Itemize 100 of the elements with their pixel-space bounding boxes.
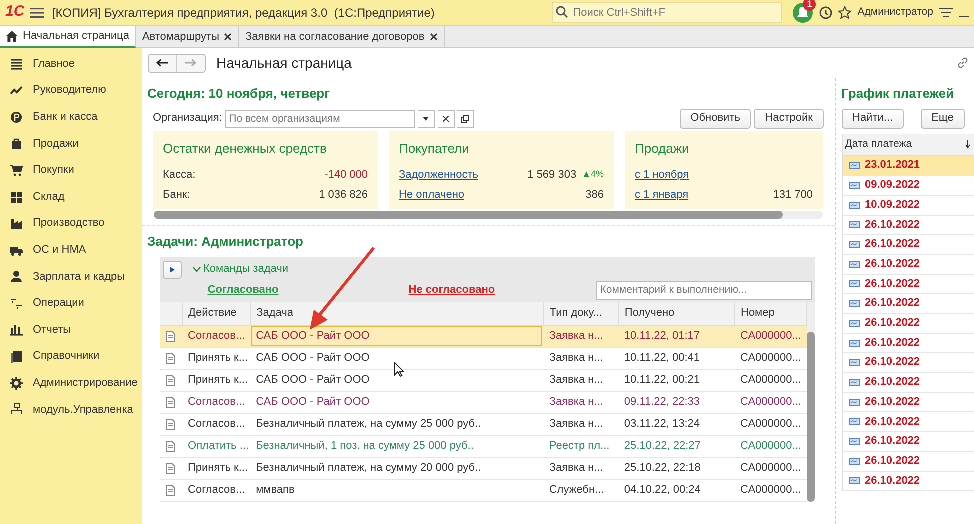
table-cell[interactable]: 26.10.2022 — [865, 315, 920, 332]
search-field[interactable]: Поиск Ctrl+Shift+F — [552, 2, 782, 23]
table-cell[interactable]: Служебн... — [543, 480, 618, 502]
run-button[interactable] — [162, 261, 182, 280]
table-cell[interactable]: САБ ООО - Райт ООО — [250, 391, 544, 414]
navigation-buttons[interactable] — [148, 54, 206, 72]
table-cell[interactable]: 26.10.2022 — [865, 414, 920, 430]
column-header[interactable]: Получено — [618, 302, 734, 326]
table-cell[interactable]: 09.11.22, 22:33 — [618, 391, 734, 414]
clear-icon[interactable] — [442, 116, 449, 122]
chevron-down-icon[interactable] — [192, 266, 201, 272]
column-header[interactable]: Действие — [182, 302, 250, 326]
horizontal-scrollbar[interactable] — [154, 211, 823, 220]
table-cell[interactable]: СА000000... — [734, 325, 807, 348]
table-cell[interactable]: 26.10.2022 — [865, 374, 920, 391]
column-header[interactable]: Тип доку... — [543, 302, 618, 326]
table-cell[interactable]: 10.11.22, 01:17 — [618, 325, 734, 348]
sidebar-item[interactable]: Зарплата и кадры — [33, 268, 126, 286]
table-cell[interactable]: 04.10.22, 00:24 — [618, 480, 734, 502]
table-cell[interactable]: 26.10.2022 — [865, 256, 920, 273]
reject-link[interactable]: Не согласовано — [408, 282, 496, 298]
table-cell[interactable]: Заявка н... — [543, 325, 618, 348]
sidebar-item[interactable]: Операции — [33, 295, 84, 312]
organization-field[interactable]: По всем организациям — [225, 110, 416, 128]
table-cell[interactable]: 25.10.22, 22:18 — [618, 458, 734, 480]
group-toggle[interactable]: Команды задачи — [204, 261, 288, 278]
close-icon[interactable] — [430, 33, 438, 41]
table-cell[interactable]: Заявка н... — [543, 413, 618, 436]
table-cell[interactable]: 26.10.2022 — [865, 433, 920, 450]
table-cell[interactable]: 26.10.2022 — [865, 236, 920, 253]
table-cell[interactable]: Безналичный платеж, на сумму 25 000 руб.. — [250, 413, 544, 436]
table-cell[interactable]: Заявка н... — [543, 391, 618, 414]
table-cell[interactable]: 26.10.2022 — [865, 472, 920, 490]
table-cell[interactable]: 10.09.2022 — [865, 196, 920, 214]
sidebar-item[interactable]: Справочники — [33, 348, 100, 365]
sidebar-item[interactable]: Администрирование — [33, 374, 138, 392]
settings-menu-icon[interactable] — [939, 6, 953, 18]
table-cell[interactable]: 25.10.22, 22:27 — [618, 436, 734, 458]
tab[interactable]: Заявки на согласование договоров — [239, 26, 445, 48]
table-cell[interactable]: 03.11.22, 13:24 — [618, 413, 734, 436]
table-cell[interactable]: Заявка н... — [543, 369, 618, 392]
table-cell[interactable]: Согласов... — [182, 325, 250, 348]
toolbar-button[interactable]: Настройк — [754, 108, 824, 128]
table-cell[interactable]: 26.10.2022 — [865, 354, 920, 371]
open-window-icon[interactable] — [461, 114, 470, 122]
table-cell[interactable]: САБ ООО - Райт ООО — [250, 325, 544, 348]
toolbar-button[interactable]: Еще — [920, 108, 965, 128]
table-cell[interactable]: Безналичный, 1 поз. на сумму 25 000 руб.. — [250, 436, 544, 458]
table-cell[interactable]: 26.10.2022 — [865, 216, 920, 234]
table-cell[interactable]: 10.11.22, 00:41 — [618, 347, 734, 370]
toolbar-button[interactable]: Найти... — [842, 108, 904, 128]
history-icon[interactable] — [818, 6, 833, 20]
table-cell[interactable]: ммвапв — [250, 480, 544, 502]
table-cell[interactable]: Реестр пл... — [543, 436, 618, 458]
toolbar-button[interactable]: Обновить — [680, 108, 752, 128]
comment-field[interactable]: Комментарий к выполнению... — [596, 280, 812, 300]
sidebar-item[interactable]: ОС и НМА — [33, 242, 86, 258]
sort-arrow-icon[interactable] — [965, 140, 972, 149]
table-cell[interactable]: 09.09.2022 — [865, 177, 920, 194]
table-cell[interactable]: Заявка н... — [543, 347, 618, 370]
close-icon[interactable] — [224, 33, 232, 41]
column-header[interactable]: Номер — [734, 302, 807, 326]
sidebar-item[interactable]: Продажи — [33, 136, 79, 152]
widget-link[interactable]: Не оплачено — [399, 186, 465, 203]
table-cell[interactable]: 26.10.2022 — [865, 452, 920, 470]
sidebar-item[interactable]: Производство — [33, 215, 105, 232]
menu-icon[interactable] — [30, 6, 44, 18]
table-cell[interactable]: Принять к... — [182, 458, 250, 480]
sidebar-item[interactable]: модуль.Управленка — [33, 402, 134, 418]
table-cell[interactable]: 10.11.22, 00:21 — [618, 369, 734, 392]
sidebar-item[interactable]: Покупки — [33, 162, 74, 179]
column-header[interactable]: Задача — [250, 302, 544, 326]
table-cell[interactable]: Безналичный платеж, на сумму 20 000 руб.. — [250, 458, 544, 480]
table-cell[interactable]: Заявка н... — [543, 458, 618, 480]
widget-link[interactable]: с 1 ноября — [635, 166, 690, 183]
link-icon[interactable] — [956, 57, 968, 69]
table-cell[interactable]: Принять к... — [182, 347, 250, 370]
table-cell[interactable]: Принять к... — [182, 369, 250, 392]
back-arrow-icon[interactable] — [156, 59, 168, 67]
dropdown-icon[interactable] — [422, 116, 429, 120]
table-cell[interactable]: Согласов... — [182, 480, 250, 502]
table-cell[interactable]: Оплатить ... — [182, 436, 250, 458]
notification-bell-icon[interactable]: 1 — [793, 2, 814, 22]
sidebar-item[interactable]: Главное — [33, 56, 76, 72]
vertical-scrollbar[interactable] — [807, 302, 815, 502]
table-cell[interactable]: 26.10.2022 — [865, 334, 920, 352]
table-cell[interactable]: 26.10.2022 — [865, 276, 920, 292]
widget-link[interactable]: с 1 января — [635, 186, 689, 203]
sidebar-item[interactable]: Руководителю — [33, 82, 106, 99]
sidebar-item[interactable]: Банк и касса — [33, 108, 98, 126]
sidebar-item[interactable]: Отчеты — [33, 322, 72, 338]
tab[interactable]: Начальная страница — [0, 26, 136, 48]
table-cell[interactable]: 26.10.2022 — [865, 295, 920, 312]
star-icon[interactable] — [838, 6, 852, 20]
table-cell[interactable]: Согласов... — [182, 413, 250, 436]
sidebar-item[interactable]: Склад — [33, 188, 65, 206]
table-cell[interactable]: Согласов... — [182, 391, 250, 414]
widget-link[interactable]: Задолженность — [399, 166, 478, 183]
user-name[interactable]: Администратор — [858, 4, 934, 20]
table-cell[interactable]: 26.10.2022 — [865, 394, 920, 410]
